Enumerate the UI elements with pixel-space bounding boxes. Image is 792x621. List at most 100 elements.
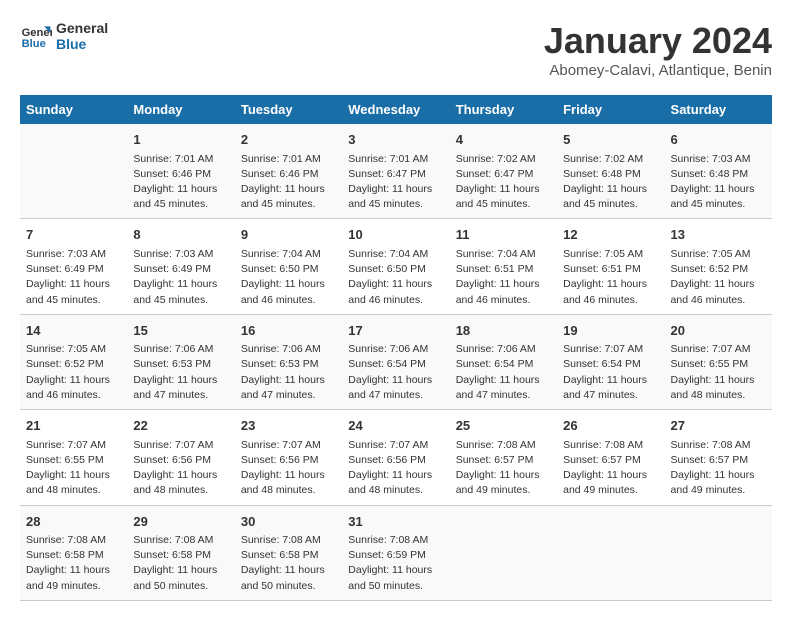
calendar-cell: 30Sunrise: 7:08 AM Sunset: 6:58 PM Dayli… [235,505,342,600]
calendar-week-row: 7Sunrise: 7:03 AM Sunset: 6:49 PM Daylig… [20,219,772,314]
calendar-cell [20,124,127,219]
day-content: Sunrise: 7:07 AM Sunset: 6:56 PM Dayligh… [241,438,336,499]
header-sunday: Sunday [20,95,127,124]
calendar-cell: 28Sunrise: 7:08 AM Sunset: 6:58 PM Dayli… [20,505,127,600]
calendar-cell: 10Sunrise: 7:04 AM Sunset: 6:50 PM Dayli… [342,219,449,314]
location-subtitle: Abomey-Calavi, Atlantique, Benin [544,62,772,79]
day-number: 2 [241,130,336,150]
svg-text:Blue: Blue [22,38,46,50]
calendar-cell: 3Sunrise: 7:01 AM Sunset: 6:47 PM Daylig… [342,124,449,219]
day-content: Sunrise: 7:03 AM Sunset: 6:48 PM Dayligh… [671,152,766,213]
calendar-cell: 22Sunrise: 7:07 AM Sunset: 6:56 PM Dayli… [127,410,234,505]
header-wednesday: Wednesday [342,95,449,124]
calendar-cell: 20Sunrise: 7:07 AM Sunset: 6:55 PM Dayli… [665,314,772,409]
day-number: 27 [671,416,766,436]
day-content: Sunrise: 7:07 AM Sunset: 6:56 PM Dayligh… [348,438,443,499]
day-number: 24 [348,416,443,436]
calendar-cell: 4Sunrise: 7:02 AM Sunset: 6:47 PM Daylig… [450,124,557,219]
day-number: 3 [348,130,443,150]
calendar-cell: 7Sunrise: 7:03 AM Sunset: 6:49 PM Daylig… [20,219,127,314]
day-content: Sunrise: 7:03 AM Sunset: 6:49 PM Dayligh… [26,247,121,308]
day-content: Sunrise: 7:08 AM Sunset: 6:57 PM Dayligh… [671,438,766,499]
day-number: 14 [26,321,121,341]
logo-blue: Blue [56,36,108,52]
calendar-cell: 16Sunrise: 7:06 AM Sunset: 6:53 PM Dayli… [235,314,342,409]
day-content: Sunrise: 7:03 AM Sunset: 6:49 PM Dayligh… [133,247,228,308]
month-title: January 2024 [544,20,772,62]
day-number: 5 [563,130,658,150]
page-header: General Blue General Blue January 2024 A… [20,20,772,79]
calendar-week-row: 14Sunrise: 7:05 AM Sunset: 6:52 PM Dayli… [20,314,772,409]
day-content: Sunrise: 7:08 AM Sunset: 6:57 PM Dayligh… [563,438,658,499]
calendar-cell: 2Sunrise: 7:01 AM Sunset: 6:46 PM Daylig… [235,124,342,219]
day-number: 21 [26,416,121,436]
logo-icon: General Blue [20,20,52,52]
calendar-cell: 14Sunrise: 7:05 AM Sunset: 6:52 PM Dayli… [20,314,127,409]
day-content: Sunrise: 7:04 AM Sunset: 6:50 PM Dayligh… [241,247,336,308]
day-number: 26 [563,416,658,436]
day-number: 13 [671,225,766,245]
day-number: 9 [241,225,336,245]
day-number: 31 [348,512,443,532]
calendar-cell [557,505,664,600]
day-content: Sunrise: 7:08 AM Sunset: 6:58 PM Dayligh… [241,533,336,594]
day-content: Sunrise: 7:02 AM Sunset: 6:48 PM Dayligh… [563,152,658,213]
header-thursday: Thursday [450,95,557,124]
calendar-cell: 5Sunrise: 7:02 AM Sunset: 6:48 PM Daylig… [557,124,664,219]
day-number: 22 [133,416,228,436]
day-number: 7 [26,225,121,245]
day-number: 17 [348,321,443,341]
calendar-week-row: 1Sunrise: 7:01 AM Sunset: 6:46 PM Daylig… [20,124,772,219]
day-content: Sunrise: 7:04 AM Sunset: 6:50 PM Dayligh… [348,247,443,308]
day-content: Sunrise: 7:05 AM Sunset: 6:52 PM Dayligh… [671,247,766,308]
calendar-header-row: SundayMondayTuesdayWednesdayThursdayFrid… [20,95,772,124]
day-number: 1 [133,130,228,150]
calendar-cell: 17Sunrise: 7:06 AM Sunset: 6:54 PM Dayli… [342,314,449,409]
day-number: 19 [563,321,658,341]
calendar-cell: 21Sunrise: 7:07 AM Sunset: 6:55 PM Dayli… [20,410,127,505]
day-number: 6 [671,130,766,150]
calendar-cell: 1Sunrise: 7:01 AM Sunset: 6:46 PM Daylig… [127,124,234,219]
day-number: 8 [133,225,228,245]
header-monday: Monday [127,95,234,124]
header-saturday: Saturday [665,95,772,124]
day-content: Sunrise: 7:06 AM Sunset: 6:53 PM Dayligh… [241,342,336,403]
day-content: Sunrise: 7:02 AM Sunset: 6:47 PM Dayligh… [456,152,551,213]
header-tuesday: Tuesday [235,95,342,124]
day-content: Sunrise: 7:05 AM Sunset: 6:52 PM Dayligh… [26,342,121,403]
calendar-cell [450,505,557,600]
day-content: Sunrise: 7:06 AM Sunset: 6:54 PM Dayligh… [456,342,551,403]
title-section: January 2024 Abomey-Calavi, Atlantique, … [544,20,772,79]
calendar-cell: 19Sunrise: 7:07 AM Sunset: 6:54 PM Dayli… [557,314,664,409]
calendar-cell: 23Sunrise: 7:07 AM Sunset: 6:56 PM Dayli… [235,410,342,505]
logo-general: General [56,20,108,36]
day-content: Sunrise: 7:06 AM Sunset: 6:54 PM Dayligh… [348,342,443,403]
calendar-cell: 9Sunrise: 7:04 AM Sunset: 6:50 PM Daylig… [235,219,342,314]
calendar-cell: 31Sunrise: 7:08 AM Sunset: 6:59 PM Dayli… [342,505,449,600]
calendar-table: SundayMondayTuesdayWednesdayThursdayFrid… [20,95,772,601]
day-number: 12 [563,225,658,245]
day-content: Sunrise: 7:07 AM Sunset: 6:55 PM Dayligh… [671,342,766,403]
day-content: Sunrise: 7:07 AM Sunset: 6:54 PM Dayligh… [563,342,658,403]
calendar-week-row: 21Sunrise: 7:07 AM Sunset: 6:55 PM Dayli… [20,410,772,505]
calendar-cell: 24Sunrise: 7:07 AM Sunset: 6:56 PM Dayli… [342,410,449,505]
calendar-cell: 12Sunrise: 7:05 AM Sunset: 6:51 PM Dayli… [557,219,664,314]
day-content: Sunrise: 7:07 AM Sunset: 6:56 PM Dayligh… [133,438,228,499]
calendar-cell: 8Sunrise: 7:03 AM Sunset: 6:49 PM Daylig… [127,219,234,314]
day-content: Sunrise: 7:05 AM Sunset: 6:51 PM Dayligh… [563,247,658,308]
day-number: 15 [133,321,228,341]
logo: General Blue General Blue [20,20,108,52]
day-content: Sunrise: 7:06 AM Sunset: 6:53 PM Dayligh… [133,342,228,403]
day-number: 29 [133,512,228,532]
calendar-cell [665,505,772,600]
day-content: Sunrise: 7:07 AM Sunset: 6:55 PM Dayligh… [26,438,121,499]
day-content: Sunrise: 7:04 AM Sunset: 6:51 PM Dayligh… [456,247,551,308]
day-number: 11 [456,225,551,245]
calendar-cell: 26Sunrise: 7:08 AM Sunset: 6:57 PM Dayli… [557,410,664,505]
day-content: Sunrise: 7:01 AM Sunset: 6:47 PM Dayligh… [348,152,443,213]
calendar-cell: 11Sunrise: 7:04 AM Sunset: 6:51 PM Dayli… [450,219,557,314]
calendar-week-row: 28Sunrise: 7:08 AM Sunset: 6:58 PM Dayli… [20,505,772,600]
calendar-cell: 25Sunrise: 7:08 AM Sunset: 6:57 PM Dayli… [450,410,557,505]
day-content: Sunrise: 7:08 AM Sunset: 6:59 PM Dayligh… [348,533,443,594]
day-number: 20 [671,321,766,341]
